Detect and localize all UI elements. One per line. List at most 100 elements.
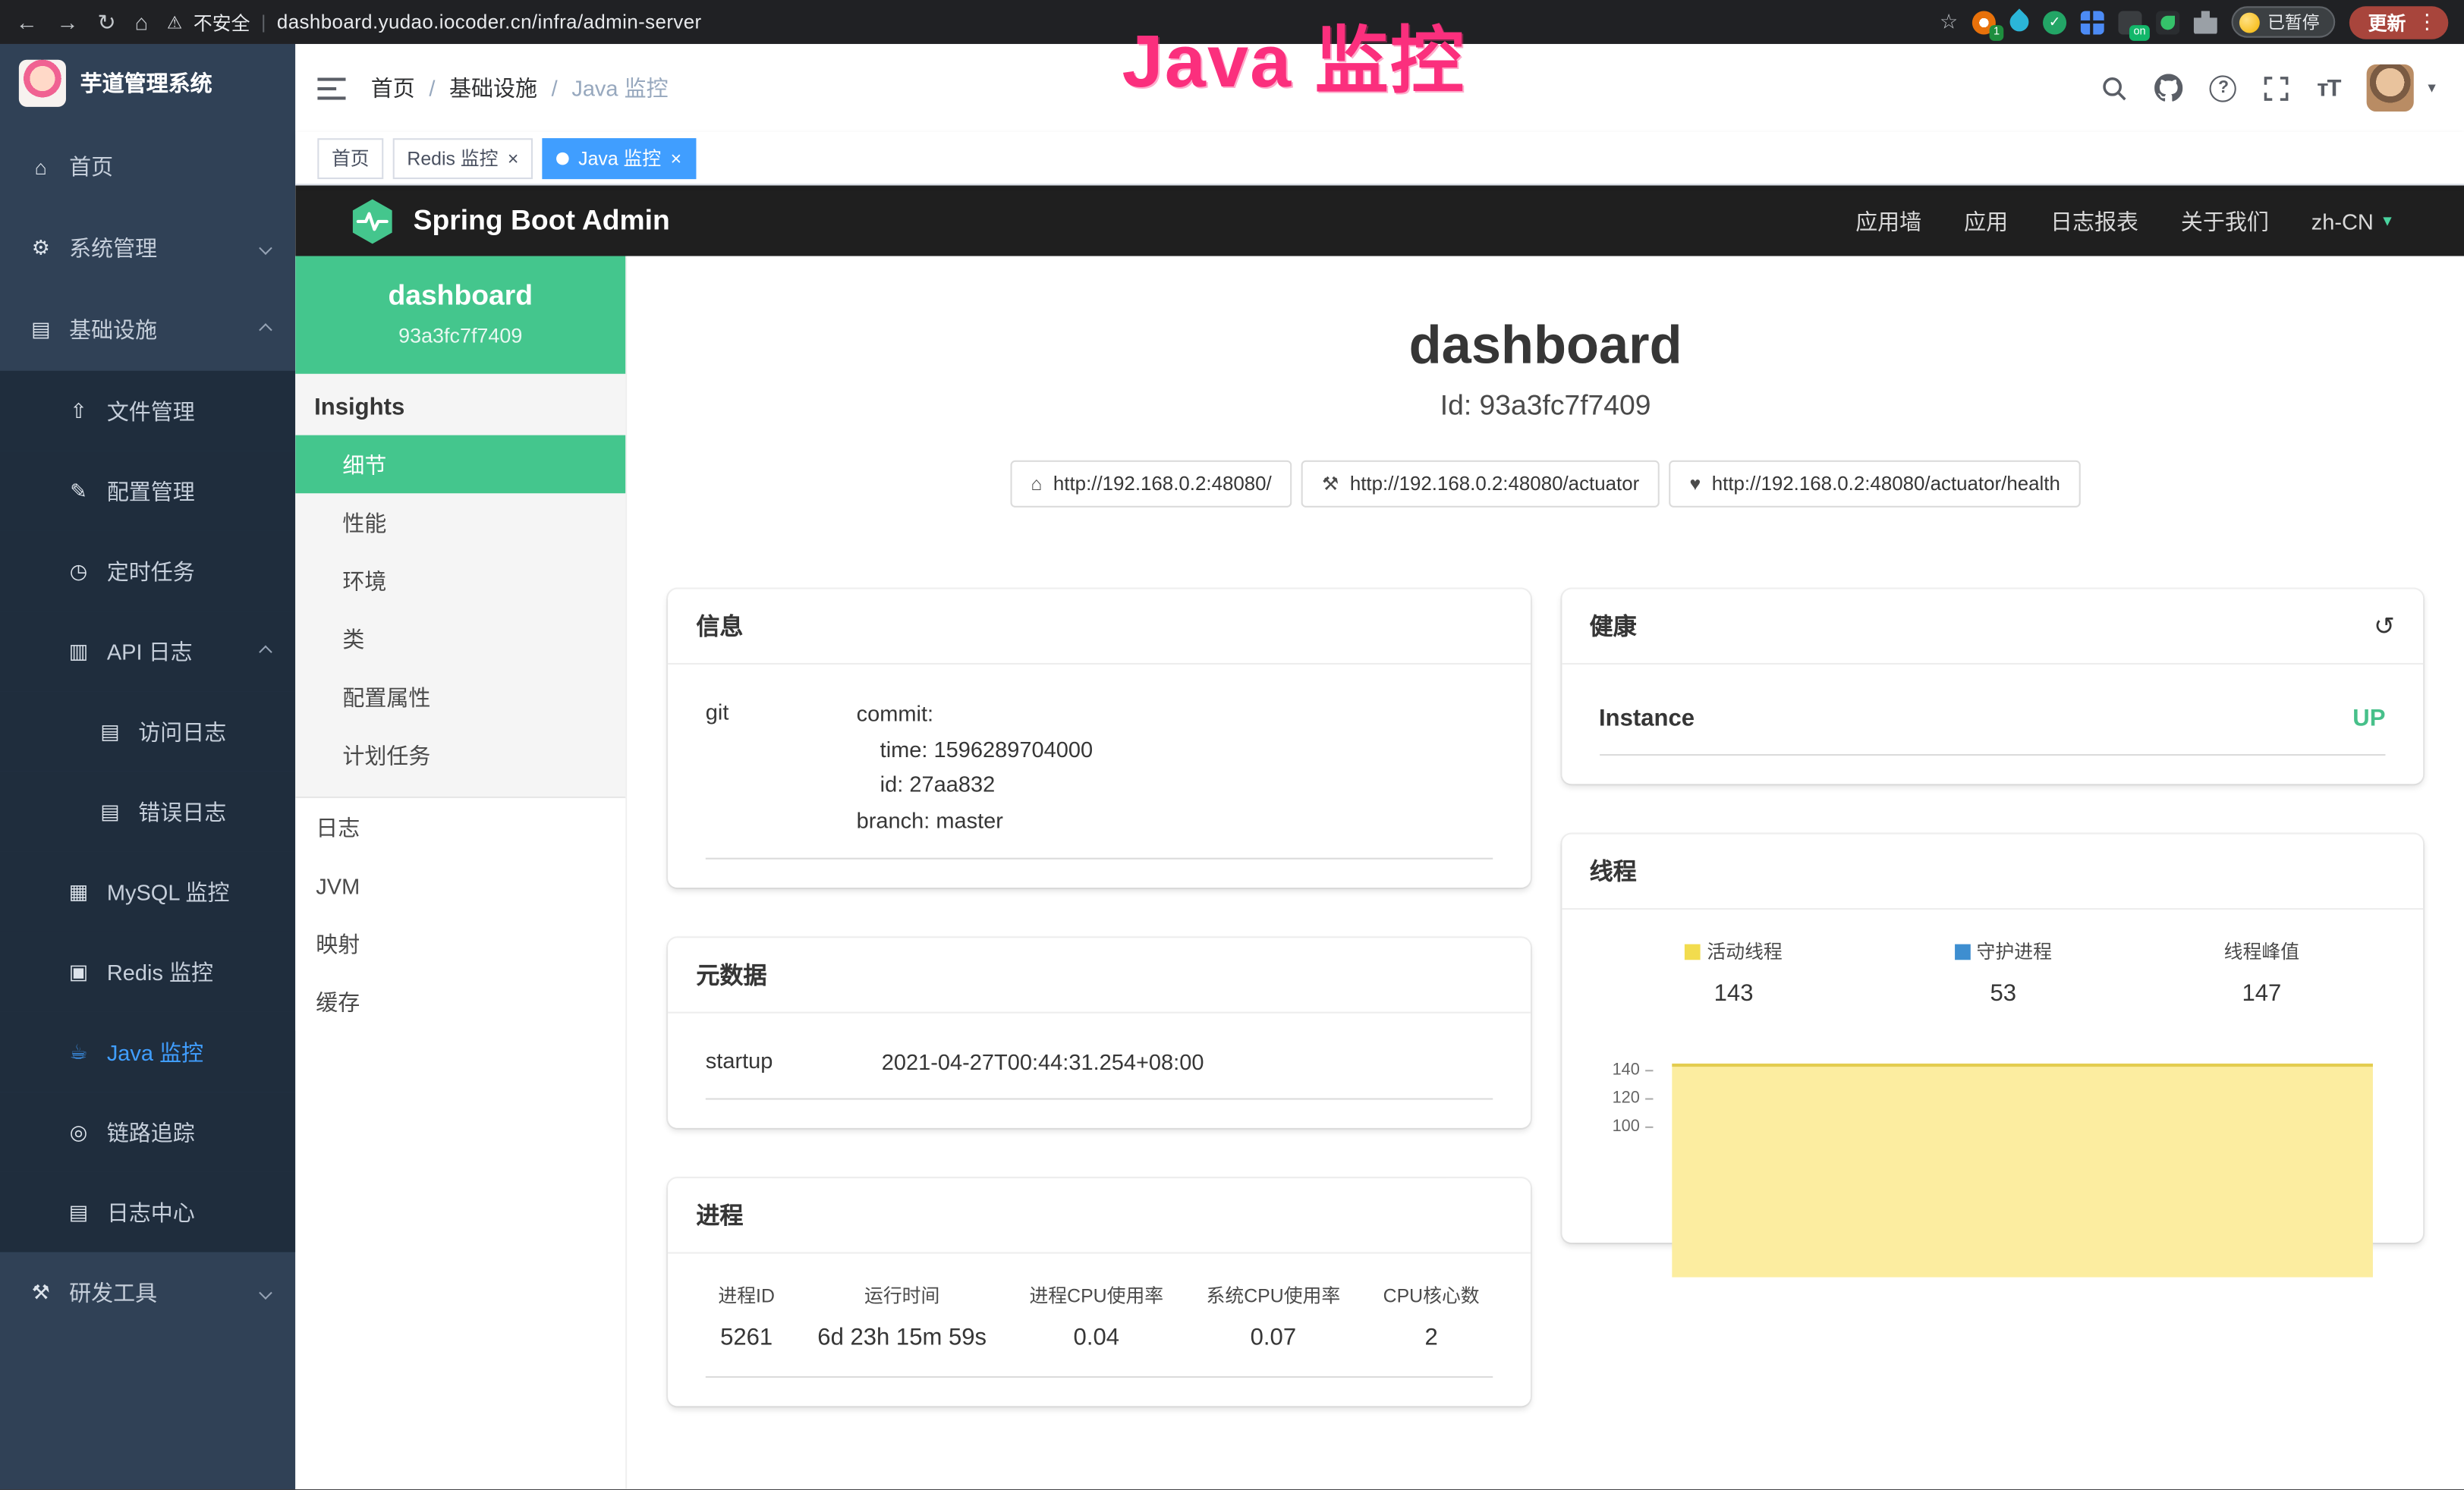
sidebar-toggle-icon[interactable] [317,76,345,99]
sidebar-item-system-management[interactable]: ⚙ 系统管理 [0,207,295,289]
sba-item-environment[interactable]: 环境 [295,552,625,610]
sidebar-item-infrastructure[interactable]: ▤ 基础设施 [0,289,295,371]
chevron-down-icon [259,241,272,255]
health-status-badge: UP [2352,706,2385,732]
sidebar-item-java-monitor[interactable]: ☕ Java 监控 [0,1012,295,1092]
extension-orange-icon[interactable]: 1 [1972,10,1996,33]
health-card: 健康 ↺ Instance UP [1561,589,2423,784]
legend-peak-threads: 线程峰值 147 [2224,938,2299,1007]
extension-grid-icon[interactable] [2081,10,2104,33]
sba-item-config-props[interactable]: 配置属性 [295,668,625,726]
extension-drop-icon[interactable] [2006,8,2032,35]
tab-redis-monitor[interactable]: Redis 监控 × [393,137,533,178]
paused-label: 已暂停 [2267,9,2319,34]
link-root-url[interactable]: ⌂ http://192.168.0.2:48080/ [1010,461,1292,508]
forward-icon[interactable]: → [57,11,79,33]
sidebar-item-label: 基础设施 [69,314,157,345]
reload-icon[interactable]: ↻ [97,11,115,33]
user-avatar[interactable] [2367,64,2414,112]
sidebar-item-config-management[interactable]: ✎ 配置管理 [0,451,295,531]
sidebar-item-error-logs[interactable]: ▤ 错误日志 [0,772,295,852]
sidebar-item-mysql-monitor[interactable]: ▦ MySQL 监控 [0,851,295,932]
sba-brand[interactable]: Spring Boot Admin [349,197,670,244]
metadata-row-value: 2021-04-27T00:44:31.254+08:00 [882,1044,1204,1080]
threads-card: 线程 活动线程 [1561,835,2423,1243]
header-actions: ? тT ▾ [2102,64,2436,112]
sba-item-caches[interactable]: 缓存 [295,973,625,1031]
sidebar-item-label: Java 监控 [107,1036,203,1067]
locale-label: zh-CN [2311,208,2374,233]
github-icon[interactable] [2155,74,2183,102]
sba-body: dashboard 93a3fc7f7409 Insights 细节 性能 环境… [295,256,2464,1490]
spring-boot-admin-frame: Spring Boot Admin 应用墙 应用 日志报表 关于我们 zh-CN… [295,185,2464,1489]
sidebar-item-trace[interactable]: ◎ 链路追踪 [0,1092,295,1172]
sidebar-item-label: 定时任务 [107,555,195,586]
sidebar-item-scheduled-jobs[interactable]: ◷ 定时任务 [0,531,295,611]
home-icon: ⌂ [1031,473,1042,495]
tab-home[interactable]: 首页 [317,137,383,178]
security-label: 不安全 [194,8,250,35]
search-icon[interactable] [2102,74,2129,101]
sidebar-item-label: 系统管理 [69,232,157,263]
sba-nav-wallboard[interactable]: 应用墙 [1855,205,1921,236]
font-size-icon[interactable]: тT [2317,74,2340,101]
link-actuator-url[interactable]: ⚒ http://192.168.0.2:48080/actuator [1301,461,1660,508]
url-text[interactable]: dashboard.yudao.iocoder.cn/infra/admin-s… [277,11,702,33]
avatar-caret-icon[interactable]: ▾ [2428,80,2435,97]
bookmark-star-icon[interactable]: ☆ [1940,9,1958,34]
sba-item-details[interactable]: 细节 [295,435,625,494]
sba-item-mappings[interactable]: 映射 [295,914,625,973]
close-icon[interactable]: × [508,149,519,168]
browser-home-icon[interactable]: ⌂ [135,11,149,33]
help-icon[interactable]: ? [2210,74,2236,101]
browser-extensions-area: ☆ 1 ✓ on 已暂停 更新 ⋮ [1940,5,2448,38]
sidebar-item-dev-tools[interactable]: ⚒ 研发工具 [0,1252,295,1334]
address-bar[interactable]: ⚠ 不安全 | dashboard.yudao.iocoder.cn/infra… [167,8,1921,35]
update-button[interactable]: 更新 ⋮ [2349,5,2448,38]
card-title: 元数据 [696,958,766,991]
sidebar-item-file-management[interactable]: ⇧ 文件管理 [0,371,295,451]
browser-menu-icon[interactable]: ⋮ [2417,9,2437,34]
document-icon: ▤ [97,799,122,824]
card-header: 信息 [668,589,1530,665]
extension-leaf-icon[interactable] [2156,10,2179,33]
close-icon[interactable]: × [671,149,682,168]
sidebar-item-log-center[interactable]: ▤ 日志中心 [0,1172,295,1253]
extension-dark-icon[interactable]: on [2118,10,2141,33]
breadcrumb-item-home[interactable]: 首页 [371,72,415,103]
sba-instance-header[interactable]: dashboard 93a3fc7f7409 [295,256,625,374]
right-column: 健康 ↺ Instance UP [1561,589,2423,1243]
back-icon[interactable]: ← [16,11,38,33]
paused-badge[interactable]: 已暂停 [2232,6,2336,37]
sidebar-item-redis-monitor[interactable]: ▣ Redis 监控 [0,932,295,1012]
breadcrumb-item-infrastructure[interactable]: 基础设施 [449,72,537,103]
sba-nav-journal[interactable]: 日志报表 [2050,205,2138,236]
history-icon[interactable]: ↺ [2374,611,2395,642]
sidebar-menu: ⌂ 首页 ⚙ 系统管理 ▤ 基础设施 ⇧ 文件管理 [0,123,295,1334]
sba-item-classes[interactable]: 类 [295,609,625,668]
sidebar-item-api-logs[interactable]: ▥ API 日志 [0,611,295,692]
sba-locale-select[interactable]: zh-CN ▾ [2311,208,2392,233]
sba-item-jvm[interactable]: JVM [295,857,625,915]
sba-nav-about[interactable]: 关于我们 [2181,205,2269,236]
tab-label: Redis 监控 [407,145,498,171]
screen: ← → ↻ ⌂ ⚠ 不安全 | dashboard.yudao.iocoder.… [0,0,2464,1490]
link-health-url[interactable]: ♥ http://192.168.0.2:48080/actuator/heal… [1669,461,2081,508]
sba-item-scheduled-tasks[interactable]: 计划任务 [295,726,625,784]
tab-java-monitor[interactable]: Java 监控 × [543,137,696,178]
sba-item-logs[interactable]: 日志 [295,798,625,857]
annotation-java-monitor: Java 监控 [1122,0,1466,108]
health-row-instance[interactable]: Instance UP [1599,690,2385,756]
fullscreen-icon[interactable] [2264,74,2290,101]
extension-check-icon[interactable]: ✓ [2043,10,2066,33]
app-logo[interactable]: 芋道管理系统 [0,44,295,123]
sidebar-item-dashboard[interactable]: ⌂ 首页 [0,126,295,208]
sba-item-performance[interactable]: 性能 [295,493,625,552]
infrastructure-icon: ▤ [28,317,53,342]
card-header: 线程 [1561,835,2423,910]
sidebar-item-access-logs[interactable]: ▤ 访问日志 [0,691,295,772]
document-icon: ▤ [97,718,122,743]
extensions-menu-icon[interactable] [2194,10,2217,33]
sba-nav-applications[interactable]: 应用 [1964,205,2008,236]
log-center-icon: ▤ [66,1199,91,1224]
